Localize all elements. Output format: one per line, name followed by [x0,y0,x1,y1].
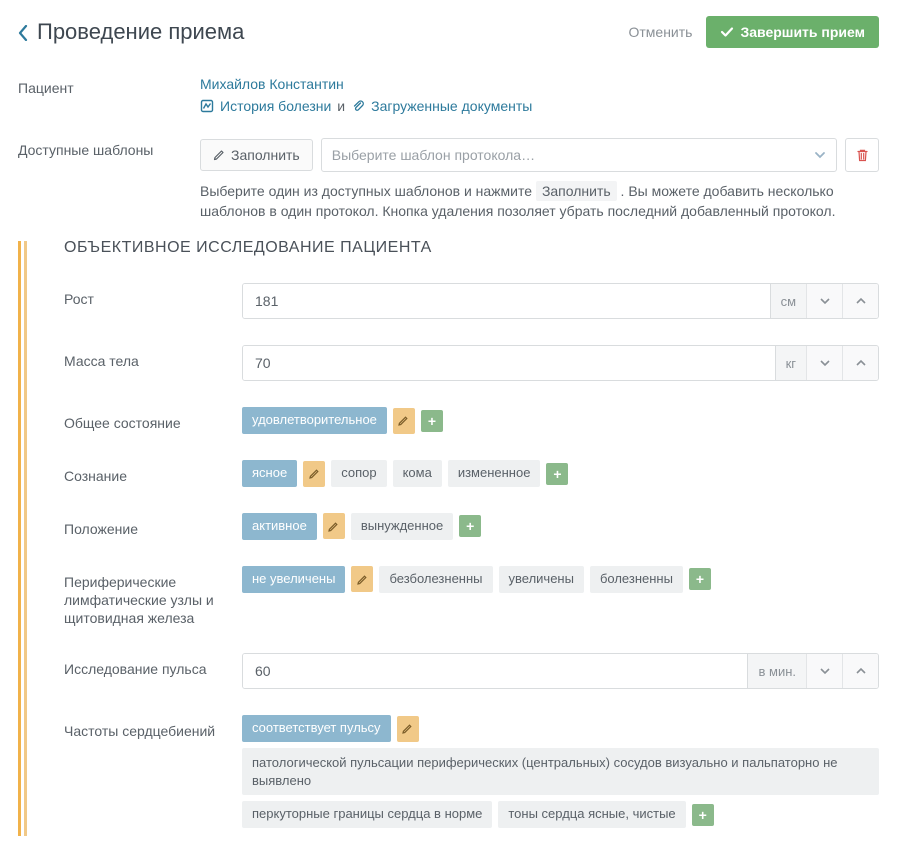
fill-template-button[interactable]: Заполнить [200,139,313,171]
patient-label: Пациент [18,76,200,96]
pulse-label: Исследование пульса [64,653,242,678]
lymph-chip-option[interactable]: увеличены [499,566,584,593]
and-word: и [337,98,345,114]
heartrate-label: Частоты сердцебиений [64,715,242,740]
history-icon [200,98,214,114]
documents-link[interactable]: Загруженные документы [371,98,532,114]
templates-label: Доступные шаблоны [18,138,200,158]
template-select[interactable]: Выберите шаблон протокола… [321,138,837,172]
lymph-chip-edit[interactable] [351,566,373,592]
heartrate-chip-option[interactable]: перкуторные границы сердца в норме [242,801,492,828]
general-chip-selected[interactable]: удовлетворительное [242,407,387,434]
general-chip-add[interactable]: + [421,410,443,432]
finish-button[interactable]: Завершить прием [706,16,879,48]
pulse-input[interactable] [243,654,747,688]
remove-template-button[interactable] [845,138,879,172]
mass-label: Масса тела [64,345,242,370]
section-rail [18,239,38,836]
consciousness-label: Сознание [64,460,242,485]
position-chip-option[interactable]: вынужденное [351,513,453,540]
lymph-label: Периферические лимфатические узлы и щито… [64,566,242,628]
pulse-decrement[interactable] [806,654,842,688]
consciousness-chip-add[interactable]: + [546,463,568,485]
finish-button-label: Завершить прием [740,24,865,40]
general-label: Общее состояние [64,407,242,432]
chevron-down-icon [814,149,826,161]
mass-input[interactable] [243,346,775,380]
check-icon [720,25,734,39]
height-input[interactable] [243,284,770,318]
heartrate-chip-option[interactable]: тоны сердца ясные, чистые [498,801,685,828]
position-chip-add[interactable]: + [459,515,481,537]
heartrate-chip-long[interactable]: патологической пульсации периферических … [242,748,879,795]
lymph-chip-add[interactable]: + [689,568,711,590]
trash-icon [856,148,869,162]
section-title: ОБЪЕКТИВНОЕ ИССЛЕДОВАНИЕ ПАЦИЕНТА [64,239,879,257]
mass-decrement[interactable] [806,346,842,380]
lymph-chip-option[interactable]: безболезненны [379,566,492,593]
page-title: Проведение приема [37,19,244,45]
height-increment[interactable] [842,284,878,318]
attachment-icon [351,98,365,114]
heartrate-chip-add[interactable]: + [692,804,714,826]
template-select-placeholder: Выберите шаблон протокола… [332,147,535,163]
position-chip-edit[interactable] [323,513,345,539]
position-chip-selected[interactable]: активное [242,513,317,540]
heartrate-chip-edit[interactable] [397,716,419,742]
history-link[interactable]: История болезни [220,98,331,114]
height-unit: см [770,284,806,318]
heartrate-chip-selected[interactable]: соответствует пульсу [242,715,391,742]
consciousness-chip-option[interactable]: сопор [331,460,386,487]
pulse-unit: в мин. [747,654,806,688]
consciousness-chip-option[interactable]: кома [393,460,442,487]
general-chip-edit[interactable] [393,408,415,434]
lymph-chip-option[interactable]: болезненны [590,566,683,593]
cancel-link[interactable]: Отменить [628,24,692,40]
patient-name-link[interactable]: Михайлов Константин [200,76,879,92]
consciousness-chip-selected[interactable]: ясное [242,460,297,487]
mass-increment[interactable] [842,346,878,380]
fill-template-label: Заполнить [231,147,300,163]
pulse-increment[interactable] [842,654,878,688]
consciousness-chip-edit[interactable] [303,461,325,487]
position-label: Положение [64,513,242,538]
back-chevron-icon[interactable] [18,25,27,40]
pencil-icon [213,149,225,161]
template-hint: Выберите один из доступных шаблонов и на… [200,182,879,221]
consciousness-chip-option[interactable]: измененное [448,460,541,487]
mass-unit: кг [775,346,806,380]
lymph-chip-selected[interactable]: не увеличены [242,566,345,593]
height-decrement[interactable] [806,284,842,318]
height-label: Рост [64,283,242,308]
